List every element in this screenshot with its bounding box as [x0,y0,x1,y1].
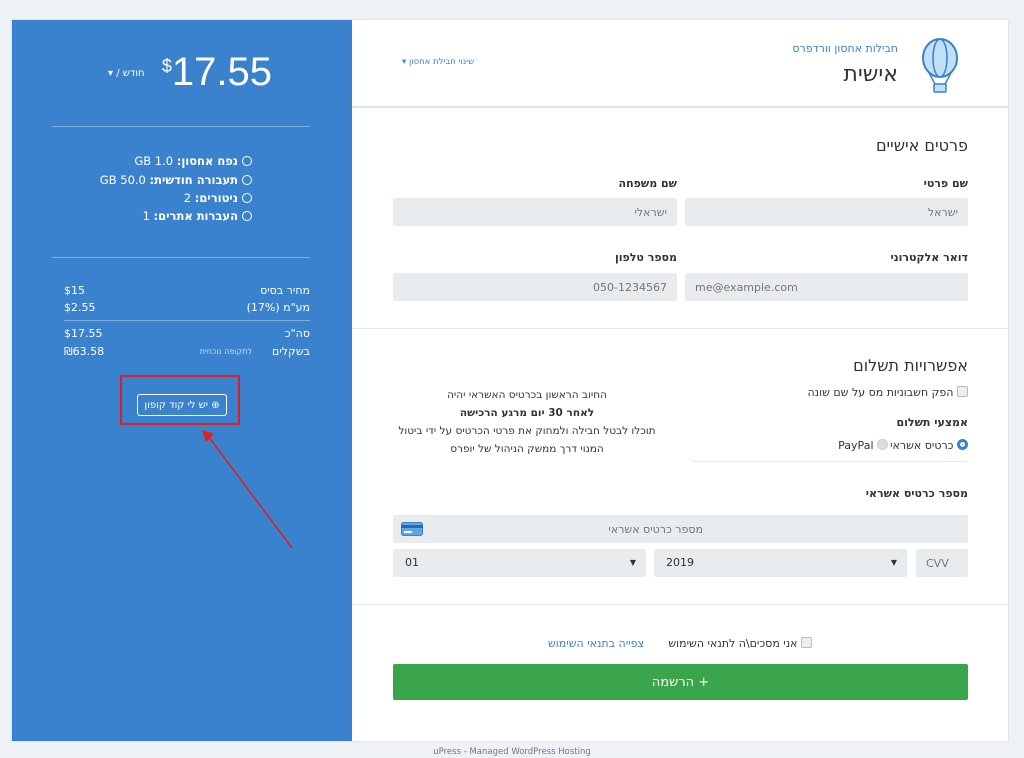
personal-details-heading: פרטים אישיים [875,136,968,155]
paypal-radio[interactable] [877,439,888,450]
footer-text: uPress - Managed WordPress Hosting [433,747,591,757]
first-name-label: שם פרטי [923,177,968,190]
feature-value: 50.0 GB [99,173,146,187]
plus-circle-icon: ⊕ [211,399,220,411]
base-price-label: מחיר בסיס [260,284,310,297]
expiry-month-select[interactable]: 01 ▼ [393,549,646,577]
credit-card-radio[interactable] [957,439,968,450]
last-name-label: שם משפחה [618,177,677,190]
payment-method-label: אמצעי תשלום [896,416,969,429]
divider [352,106,1008,108]
terms-agree-label: אני מסכים\ה לתנאי השימוש [668,637,798,650]
first-name-input[interactable] [685,198,968,226]
feature-bandwidth: תעבורה חודשית: 50.0 GB [100,173,252,187]
check-circle-icon [242,175,252,185]
shekel-value: ₪63.58 [64,345,105,358]
register-button[interactable]: + הרשמה [393,664,968,700]
divider [52,257,310,258]
feature-label: תעבורה חודשית: [149,173,238,187]
divider [352,604,1008,605]
phone-label: מספר טלפון [614,251,677,264]
credit-card-option[interactable]: כרטיס אשראי [890,439,968,452]
expiry-year-value: 2019 [666,556,694,569]
total-value: $17.55 [64,327,103,340]
coupon-button-label: יש לי קוד קופון [144,399,208,411]
feature-migrations: העברות אתרים: 1 [143,209,252,223]
email-input[interactable] [685,273,968,301]
phone-input[interactable] [393,273,677,301]
annotation-arrow-icon [202,430,293,549]
order-summary-sidebar: $17.55 ▾ / חודש נפח אחסון: 1.0 GB תעבורה… [12,20,352,741]
last-name-input[interactable] [393,198,677,226]
shekel-label: בשקלים [272,345,310,358]
card-number-input[interactable] [503,515,703,543]
hot-air-balloon-icon [922,38,958,93]
feature-value: 1.0 GB [134,154,174,168]
terms-checkbox[interactable] [801,637,812,648]
chevron-down-icon: ▾ [108,68,114,79]
plan-category: חבילות אחסון וורדפרס [792,42,898,55]
price-value: 17.55 [171,50,272,94]
feature-storage: נפח אחסון: 1.0 GB [134,154,252,168]
divider [52,126,310,127]
feature-monitors: ניטורים: 2 [184,191,252,205]
billing-period-label: / חודש [116,68,145,79]
shekel-note: לתקופה נוכחית [199,347,252,356]
divider [64,320,310,321]
billing-period-select[interactable]: ▾ / חודש [108,68,145,79]
expiry-year-select[interactable]: 2019 ▼ [654,549,907,577]
credit-card-label: כרטיס אשראי [890,439,954,452]
invoice-checkbox[interactable] [957,386,968,397]
check-circle-icon [242,211,252,221]
feature-label: ניטורים: [194,191,238,205]
chevron-down-icon: ▾ [402,57,407,67]
change-plan-link[interactable]: שינוי חבילת אחסון ▾ [402,57,474,67]
paypal-option[interactable]: PayPal [838,439,888,452]
feature-label: נפח אחסון: [176,154,238,168]
cvv-input[interactable] [916,549,968,577]
check-circle-icon [242,156,252,166]
base-price-value: $15 [64,284,85,297]
paypal-label: PayPal [838,439,874,452]
caret-down-icon: ▼ [629,558,636,567]
plan-price: $17.55 [162,50,272,95]
feature-label: העברות אתרים: [153,209,238,223]
divider [352,328,1008,329]
card-number-label: מספר כרטיס אשראי [865,487,968,500]
check-circle-icon [242,193,252,203]
invoice-label: הפק חשבוניות מס על שם שונה [807,386,954,399]
registration-form: חבילות אחסון וורדפרס אישית שינוי חבילת א… [352,20,1008,741]
terms-agree-option[interactable]: אני מסכים\ה לתנאי השימוש [668,637,812,650]
divider [692,461,968,462]
currency-symbol: $ [161,56,172,76]
plan-title: אישית [843,62,898,87]
caret-down-icon: ▼ [890,558,897,567]
credit-card-icon [401,522,423,536]
vat-label: מע"מ (17%) [246,301,310,314]
email-label: דואר אלקטרוני [890,251,968,264]
view-terms-link[interactable]: צפייה בתנאי השימוש [548,637,644,650]
notice-line: תוכלו לבטל חבילה ולמחוק את פרטי הכרטיס ע… [398,425,656,437]
card-number-field[interactable] [393,515,968,543]
total-label: סה"כ [284,327,310,340]
change-plan-label: שינוי חבילת אחסון [408,57,475,67]
checkout-card: $17.55 ▾ / חודש נפח אחסון: 1.0 GB תעבורה… [12,20,1008,741]
coupon-button[interactable]: ⊕ יש לי קוד קופון [137,394,227,416]
notice-line: המנוי דרך ממשק הניהול של יופרס [450,443,604,455]
notice-line-bold: לאחר 30 יום מרגע הרכישה [459,407,595,419]
feature-value: 1 [142,209,150,223]
different-invoice-option[interactable]: הפק חשבוניות מס על שם שונה [807,386,968,399]
payment-options-heading: אפשרויות תשלום [853,356,968,375]
expiry-month-value: 01 [405,556,419,569]
vat-value: $2.55 [64,301,96,314]
billing-notice: החיוב הראשון בכרטיס האשראי יהיה לאחר 30 … [398,386,655,458]
notice-line: החיוב הראשון בכרטיס האשראי יהיה [447,389,607,401]
feature-value: 2 [183,191,192,205]
